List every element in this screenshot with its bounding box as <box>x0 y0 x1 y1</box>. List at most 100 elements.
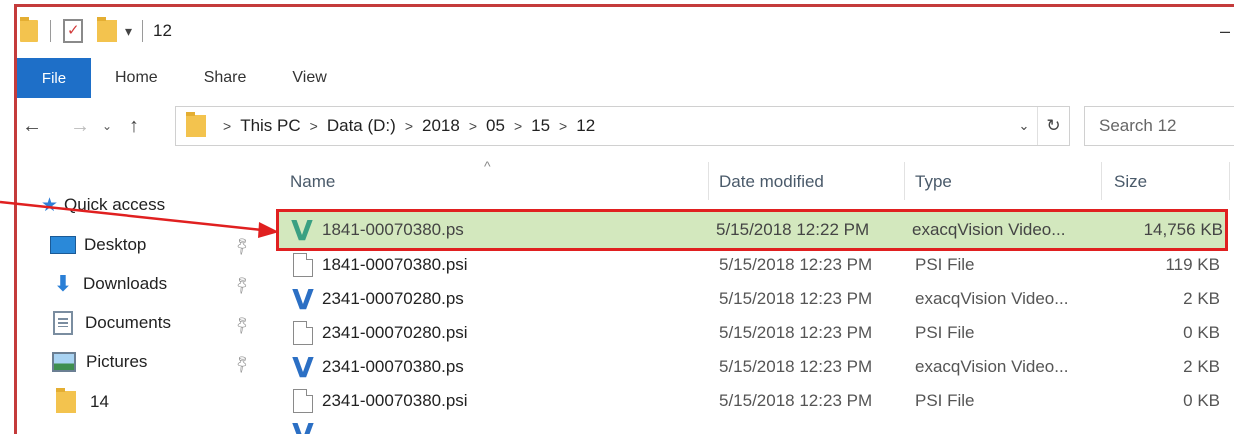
up-arrow-icon[interactable]: ↑ <box>119 115 149 138</box>
nav-item-label: Downloads <box>83 274 168 293</box>
nav-item-label: Pictures <box>86 352 148 371</box>
file-size: 0 KB <box>1183 323 1220 342</box>
exacqvision-icon: V <box>292 282 314 316</box>
file-size: 14,756 KB <box>1143 220 1223 239</box>
title-bar: ▾ 12 – <box>17 7 1234 55</box>
breadcrumb-separator[interactable]: > <box>469 118 477 134</box>
file-icon <box>290 384 316 418</box>
column-header-date[interactable]: Date modified <box>719 164 824 200</box>
pictures-icon <box>52 352 76 372</box>
new-folder-icon[interactable] <box>97 17 117 42</box>
breadcrumb-15[interactable]: 15 <box>531 116 550 136</box>
file-date: 5/15/2018 12:23 PM <box>719 255 873 274</box>
breadcrumb-separator[interactable]: > <box>405 118 413 134</box>
file-type: exacqVision Video... <box>915 357 1069 376</box>
file-icon <box>290 248 316 282</box>
address-dropdown-icon[interactable]: ⌄ <box>1011 118 1037 134</box>
file-size: 119 KB <box>1165 255 1220 274</box>
tab-view[interactable]: View <box>269 58 349 98</box>
folder-icon <box>56 388 76 413</box>
file-size: 0 KB <box>1183 391 1220 410</box>
column-header-size[interactable]: Size <box>1114 164 1147 200</box>
file-row[interactable]: V 2341-00070280.ps 5/15/2018 12:23 PM ex… <box>270 282 1228 316</box>
breadcrumb-separator[interactable]: > <box>514 118 522 134</box>
breadcrumb-this-pc[interactable]: This PC <box>240 116 300 136</box>
nav-item-pictures[interactable]: Pictures <box>52 343 147 381</box>
nav-item-documents[interactable]: Documents <box>53 304 171 342</box>
column-divider[interactable] <box>1101 162 1102 200</box>
breadcrumb-12[interactable]: 12 <box>576 116 595 136</box>
file-name: 1841-00070380.psi <box>322 255 468 274</box>
exacqvision-icon: V <box>290 418 316 434</box>
downloads-icon: ⬇ <box>53 271 73 296</box>
desktop-icon <box>50 236 76 254</box>
column-header-type[interactable]: Type <box>915 164 952 200</box>
file-row[interactable]: V 2341-00070380.ps 5/15/2018 12:23 PM ex… <box>270 350 1228 384</box>
nav-item-label: Quick access <box>64 195 166 214</box>
column-divider[interactable] <box>1229 162 1230 200</box>
breadcrumb-data-drive[interactable]: Data (D:) <box>327 116 396 136</box>
file-date: 5/15/2018 12:23 PM <box>719 323 873 342</box>
file-name: 1841-00070380.ps <box>322 220 464 239</box>
folder-icon <box>186 112 206 137</box>
file-type: PSI File <box>915 391 975 410</box>
file-row[interactable]: 1841-00070380.psi 5/15/2018 12:23 PM PSI… <box>270 248 1228 282</box>
nav-item-folder-14[interactable]: 14 <box>53 383 109 421</box>
sort-ascending-icon: ^ <box>484 158 491 174</box>
file-type: exacqVision Video... <box>915 289 1069 308</box>
nav-item-label: Documents <box>85 313 171 332</box>
properties-icon[interactable] <box>63 19 83 43</box>
file-type: PSI File <box>915 255 975 274</box>
exacqvision-icon: V <box>291 213 313 247</box>
refresh-icon[interactable]: ↻ <box>1037 107 1069 145</box>
column-header-name[interactable]: Name <box>290 164 335 200</box>
tab-file[interactable]: File <box>17 58 91 98</box>
breadcrumb-separator[interactable]: > <box>223 118 231 134</box>
file-name: 2341-00070380.ps <box>322 357 464 376</box>
breadcrumb-2018[interactable]: 2018 <box>422 116 460 136</box>
qat-separator <box>142 20 144 42</box>
file-date: 5/15/2018 12:23 PM <box>719 357 873 376</box>
nav-item-desktop[interactable]: Desktop <box>50 226 146 264</box>
recent-locations-icon[interactable]: ⌄ <box>95 119 119 133</box>
ribbon-tabs: File Home Share View <box>17 58 1234 98</box>
file-date: 5/15/2018 12:23 PM <box>719 289 873 308</box>
file-name: 2341-00070280.psi <box>322 323 468 342</box>
breadcrumb-separator[interactable]: > <box>310 118 318 134</box>
breadcrumb-05[interactable]: 05 <box>486 116 505 136</box>
nav-item-label: 14 <box>90 392 109 411</box>
file-type: PSI File <box>915 323 975 342</box>
qat-separator <box>50 20 51 42</box>
file-type: exacqVision Video... <box>912 220 1066 239</box>
nav-item-downloads[interactable]: ⬇ Downloads <box>50 265 167 303</box>
tab-share[interactable]: Share <box>181 58 270 98</box>
documents-icon <box>53 311 73 335</box>
back-arrow-icon[interactable]: ← <box>17 115 47 138</box>
search-input[interactable]: Search 12 <box>1084 106 1234 146</box>
file-size: 2 KB <box>1183 357 1220 376</box>
file-size: 2 KB <box>1183 289 1220 308</box>
file-date: 5/15/2018 12:23 PM <box>719 391 873 410</box>
file-date: 5/15/2018 12:22 PM <box>716 220 870 239</box>
breadcrumb-separator[interactable]: > <box>559 118 567 134</box>
window-title: 12 <box>153 21 172 40</box>
minimize-icon[interactable]: – <box>1220 21 1230 42</box>
exacqvision-icon: V <box>292 350 314 384</box>
nav-item-label: Desktop <box>84 235 147 254</box>
star-icon: ★ <box>41 194 59 216</box>
file-icon <box>290 316 316 350</box>
forward-arrow-icon[interactable]: → <box>65 115 95 138</box>
navigation-bar: ← → ⌄ ↑ > This PC > Data (D:) > 2018 > 0… <box>17 103 1234 149</box>
nav-item-quick-access[interactable]: ★ Quick access <box>41 186 165 224</box>
qat-dropdown-icon[interactable]: ▾ <box>125 23 132 40</box>
file-row[interactable]: 2341-00070280.psi 5/15/2018 12:23 PM PSI… <box>270 316 1228 350</box>
column-divider[interactable] <box>904 162 905 200</box>
tab-home[interactable]: Home <box>91 58 181 98</box>
file-row-partial[interactable]: V <box>270 418 1228 434</box>
file-row[interactable]: 2341-00070380.psi 5/15/2018 12:23 PM PSI… <box>270 384 1228 418</box>
file-name: 2341-00070280.ps <box>322 289 464 308</box>
column-divider[interactable] <box>708 162 709 200</box>
file-row-selected[interactable]: V 1841-00070380.ps 5/15/2018 12:22 PM ex… <box>276 209 1228 251</box>
address-bar[interactable]: > This PC > Data (D:) > 2018 > 05 > 15 >… <box>175 106 1070 146</box>
folder-icon <box>20 17 38 42</box>
